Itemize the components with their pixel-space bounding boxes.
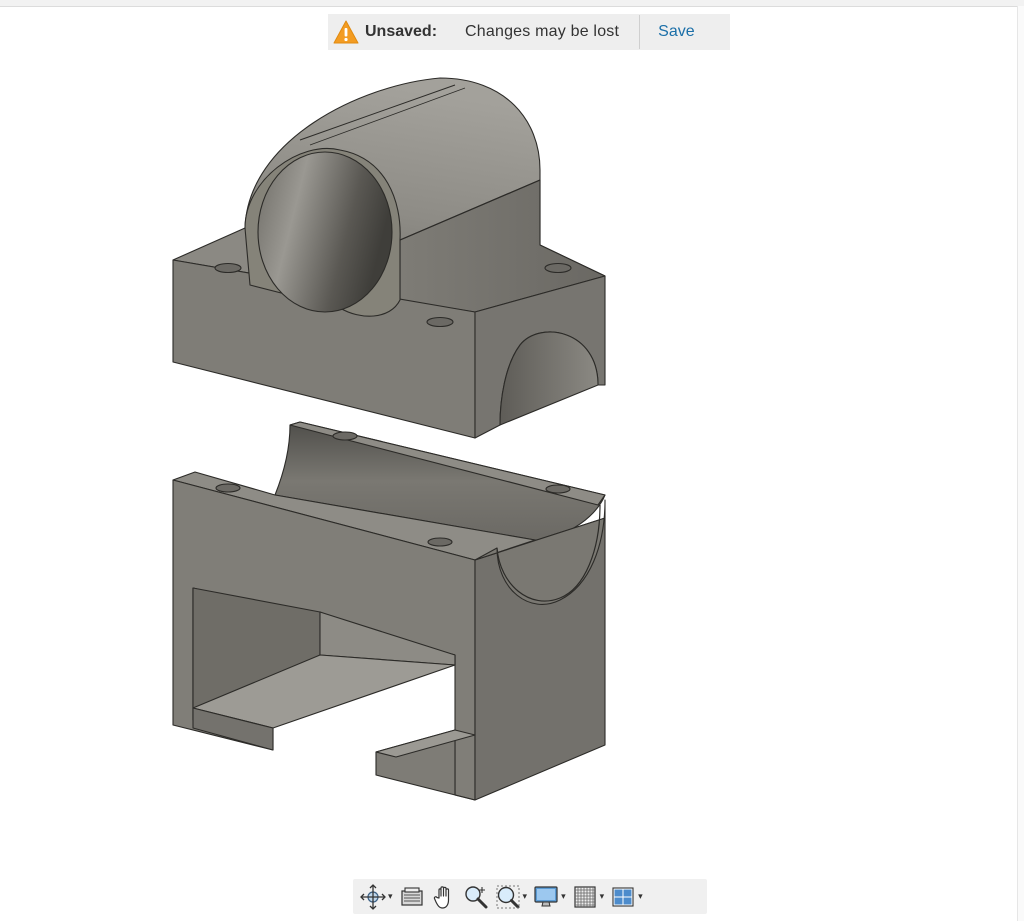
unsaved-label: Unsaved: [365,23,438,40]
display-settings-button[interactable]: ▾ [530,882,569,912]
zoom-icon [464,885,488,908]
banner-divider [639,15,641,49]
orbit-icon [360,883,386,910]
unsaved-message: Changes may be lost [465,23,620,40]
zoom-window-icon [496,885,520,908]
navigation-toolbar: ▾ ▾ ▾ ▾ ▾ [353,879,707,914]
monitor-icon [534,885,558,906]
viewports-caret[interactable]: ▾ [638,891,643,902]
unsaved-banner: Unsaved: Changes may be lost Save [328,14,730,50]
viewports-button[interactable]: ▾ [607,882,646,912]
lower-base-part[interactable] [172,421,606,801]
display-settings-caret[interactable]: ▾ [561,891,566,902]
upper-cap-part[interactable] [172,77,606,439]
window-top-border [0,0,1024,7]
hand-pan-icon [433,885,449,909]
grid-settings-button[interactable]: ▾ [569,882,608,912]
grid-settings-caret[interactable]: ▾ [600,891,605,902]
fit-button[interactable]: ▾ [492,882,531,912]
window-right-edge [1017,6,1024,921]
look-at-button[interactable] [396,882,428,912]
orbit-menu-caret[interactable]: ▾ [388,891,393,902]
fit-menu-caret[interactable]: ▾ [523,891,528,902]
viewports-icon [612,886,634,907]
model-viewport[interactable] [0,60,1017,870]
pan-button[interactable] [428,882,460,912]
save-link[interactable]: Save [658,23,694,41]
look-at-icon [400,886,423,906]
zoom-button[interactable] [460,882,492,912]
warning-triangle-icon [333,20,359,44]
grid-icon [573,885,596,908]
orbit-button[interactable]: ▾ [357,882,396,912]
